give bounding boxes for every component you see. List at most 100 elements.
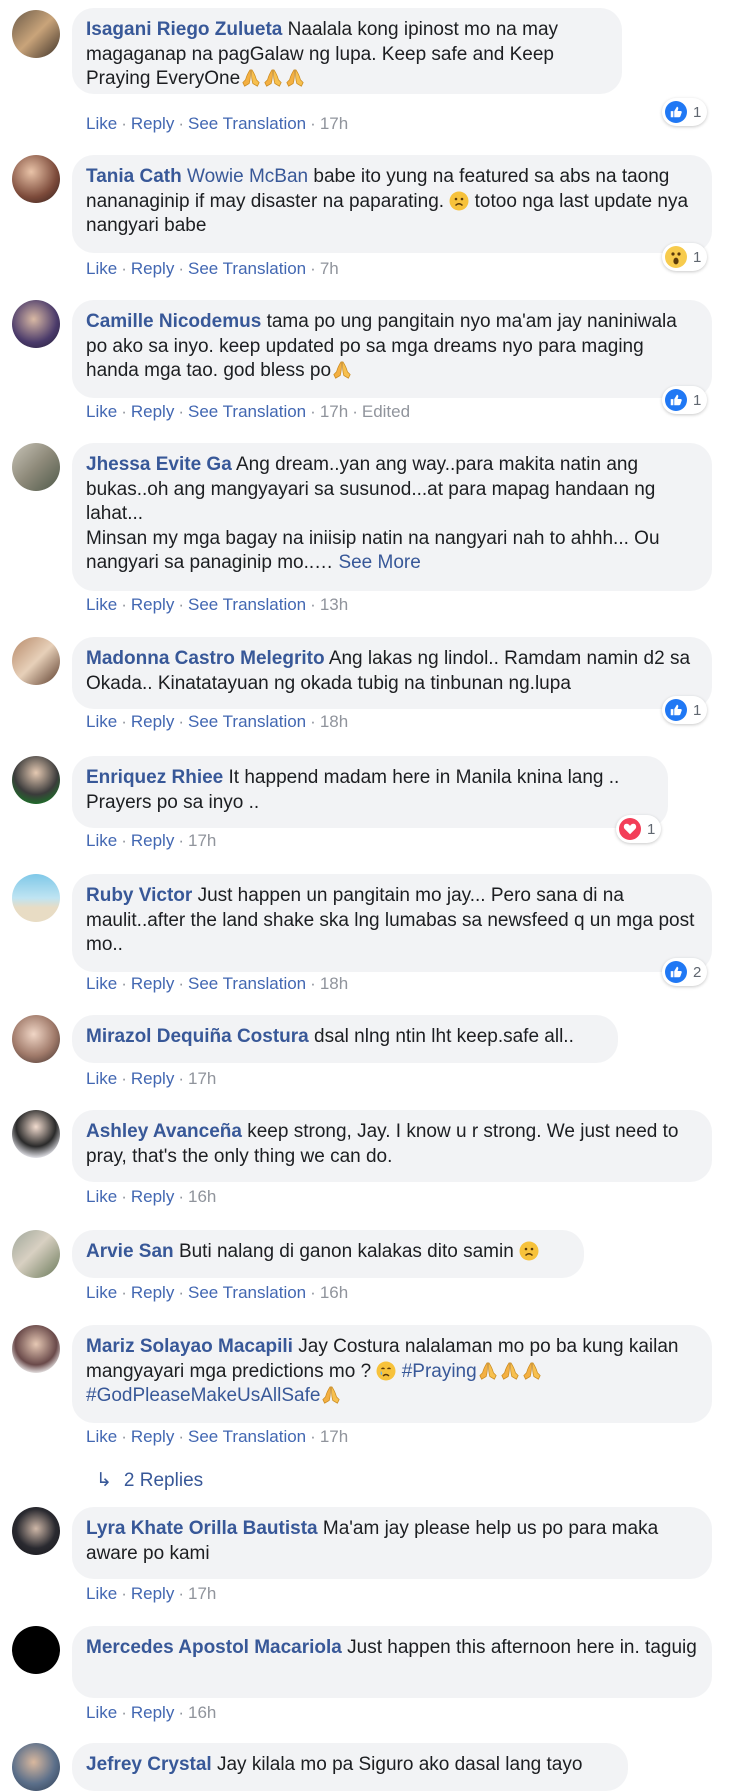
avatar[interactable] xyxy=(12,1507,60,1555)
comment-timestamp[interactable]: 17h xyxy=(188,1069,216,1088)
comment-timestamp[interactable]: 7h xyxy=(320,259,339,278)
like-link[interactable]: Like xyxy=(86,1584,117,1603)
reaction-count[interactable]: 1 xyxy=(662,243,708,271)
comment-timestamp[interactable]: 16h xyxy=(188,1187,216,1206)
see-translation-link[interactable]: See Translation xyxy=(188,1427,306,1446)
like-link[interactable]: Like xyxy=(86,114,117,133)
like-link[interactable]: Like xyxy=(86,1069,117,1088)
like-link[interactable]: Like xyxy=(86,1283,117,1302)
reaction-count[interactable]: 2 xyxy=(662,958,708,986)
hashtag-link[interactable]: #Praying xyxy=(402,1361,477,1382)
avatar[interactable] xyxy=(12,1110,60,1158)
edited-label[interactable]: Edited xyxy=(362,402,410,421)
avatar[interactable] xyxy=(12,155,60,203)
comment-actions: Like · Reply · 17h xyxy=(86,1069,217,1088)
avatar[interactable] xyxy=(12,1325,60,1373)
comment-timestamp[interactable]: 17h xyxy=(320,402,348,421)
reply-link[interactable]: Reply xyxy=(131,595,174,614)
reply-link[interactable]: Reply xyxy=(131,1703,174,1722)
avatar[interactable] xyxy=(12,10,60,58)
comment-bubble: Madonna Castro Melegrito Ang lakas ng li… xyxy=(72,637,712,709)
comment-author[interactable]: Jhessa Evite Ga xyxy=(86,454,232,475)
comment-timestamp[interactable]: 17h xyxy=(320,1427,348,1446)
crying-face-emoji-icon xyxy=(376,1361,396,1381)
comment-author[interactable]: Mercedes Apostol Macariola xyxy=(86,1637,342,1658)
see-translation-link[interactable]: See Translation xyxy=(188,402,306,421)
comment-author[interactable]: Madonna Castro Melegrito xyxy=(86,648,325,669)
avatar[interactable] xyxy=(12,756,60,804)
avatar[interactable] xyxy=(12,874,60,922)
see-translation-link[interactable]: See Translation xyxy=(188,595,306,614)
see-translation-link[interactable]: See Translation xyxy=(188,712,306,731)
reaction-count[interactable]: 1 xyxy=(616,815,662,843)
like-link[interactable]: Like xyxy=(86,974,117,993)
like-link[interactable]: Like xyxy=(86,402,117,421)
comment-author[interactable]: Enriquez Rhiee xyxy=(86,767,223,788)
avatar[interactable] xyxy=(12,637,60,685)
like-link[interactable]: Like xyxy=(86,259,117,278)
comment-author[interactable]: Arvie San xyxy=(86,1241,174,1262)
reply-link[interactable]: Reply xyxy=(131,831,174,850)
wow-icon xyxy=(665,246,687,268)
reply-link[interactable]: Reply xyxy=(131,1427,174,1446)
comment-timestamp[interactable]: 17h xyxy=(188,831,216,850)
like-link[interactable]: Like xyxy=(86,1703,117,1722)
avatar[interactable] xyxy=(12,300,60,348)
comment-timestamp[interactable]: 13h xyxy=(320,595,348,614)
see-translation-link[interactable]: See Translation xyxy=(188,114,306,133)
reply-link[interactable]: Reply xyxy=(131,402,174,421)
reaction-count[interactable]: 1 xyxy=(662,386,708,414)
see-more-link[interactable]: See More xyxy=(338,552,420,573)
comment-text: dsal nlng ntin lht keep.safe all.. xyxy=(314,1026,574,1047)
comment-author[interactable]: Camille Nicodemus xyxy=(86,311,261,332)
comment-author[interactable]: Ruby Victor xyxy=(86,885,192,906)
comment-actions: Like · Reply · 17h xyxy=(86,831,217,850)
reaction-count[interactable]: 1 xyxy=(662,98,708,126)
comment-timestamp[interactable]: 17h xyxy=(320,114,348,133)
comment-author[interactable]: Lyra Khate Orilla Bautista xyxy=(86,1518,318,1539)
see-translation-link[interactable]: See Translation xyxy=(188,259,306,278)
reply-link[interactable]: Reply xyxy=(131,1584,174,1603)
reply-link[interactable]: Reply xyxy=(131,974,174,993)
sad-face-emoji-icon xyxy=(449,191,469,211)
reply-link[interactable]: Reply xyxy=(131,259,174,278)
like-link[interactable]: Like xyxy=(86,595,117,614)
reaction-count-value: 1 xyxy=(693,391,702,409)
comment-timestamp[interactable]: 16h xyxy=(188,1703,216,1722)
avatar[interactable] xyxy=(12,443,60,491)
comment-timestamp[interactable]: 17h xyxy=(188,1584,216,1603)
view-replies-link[interactable]: ↳ 2 Replies xyxy=(96,1469,203,1492)
comment-timestamp[interactable]: 18h xyxy=(320,974,348,993)
like-link[interactable]: Like xyxy=(86,712,117,731)
reply-link[interactable]: Reply xyxy=(131,1187,174,1206)
reply-link[interactable]: Reply xyxy=(131,1069,174,1088)
comment-timestamp[interactable]: 16h xyxy=(320,1283,348,1302)
hashtag-link[interactable]: #GodPleaseMakeUsAllSafe xyxy=(86,1385,320,1406)
comment-author[interactable]: Isagani Riego Zulueta xyxy=(86,19,282,40)
praying-hands-emoji-icon xyxy=(262,68,284,88)
mention-link[interactable]: Wowie McBan xyxy=(187,166,308,187)
reply-link[interactable]: Reply xyxy=(131,712,174,731)
avatar[interactable] xyxy=(12,1626,60,1674)
like-link[interactable]: Like xyxy=(86,1187,117,1206)
reaction-count[interactable]: 1 xyxy=(662,696,708,724)
reply-arrow-icon: ↳ xyxy=(96,1470,112,1491)
avatar[interactable] xyxy=(12,1743,60,1791)
comment-text: Just happen this afternoon here in. tagu… xyxy=(347,1637,697,1658)
avatar[interactable] xyxy=(12,1015,60,1063)
comment-timestamp[interactable]: 18h xyxy=(320,712,348,731)
like-link[interactable]: Like xyxy=(86,1427,117,1446)
see-translation-link[interactable]: See Translation xyxy=(188,974,306,993)
reply-link[interactable]: Reply xyxy=(131,114,174,133)
comment-author[interactable]: Mariz Solayao Macapili xyxy=(86,1336,293,1357)
see-translation-link[interactable]: See Translation xyxy=(188,1283,306,1302)
comment-author[interactable]: Mirazol Dequiña Costura xyxy=(86,1026,309,1047)
like-icon xyxy=(665,101,687,123)
comment-author[interactable]: Tania Cath xyxy=(86,166,182,187)
comment-author[interactable]: Ashley Avanceña xyxy=(86,1121,242,1142)
comment-actions: Like · Reply · See Translation · 7h xyxy=(86,259,339,278)
like-link[interactable]: Like xyxy=(86,831,117,850)
reply-link[interactable]: Reply xyxy=(131,1283,174,1302)
comment-author[interactable]: Jefrey Crystal xyxy=(86,1754,212,1775)
avatar[interactable] xyxy=(12,1230,60,1278)
